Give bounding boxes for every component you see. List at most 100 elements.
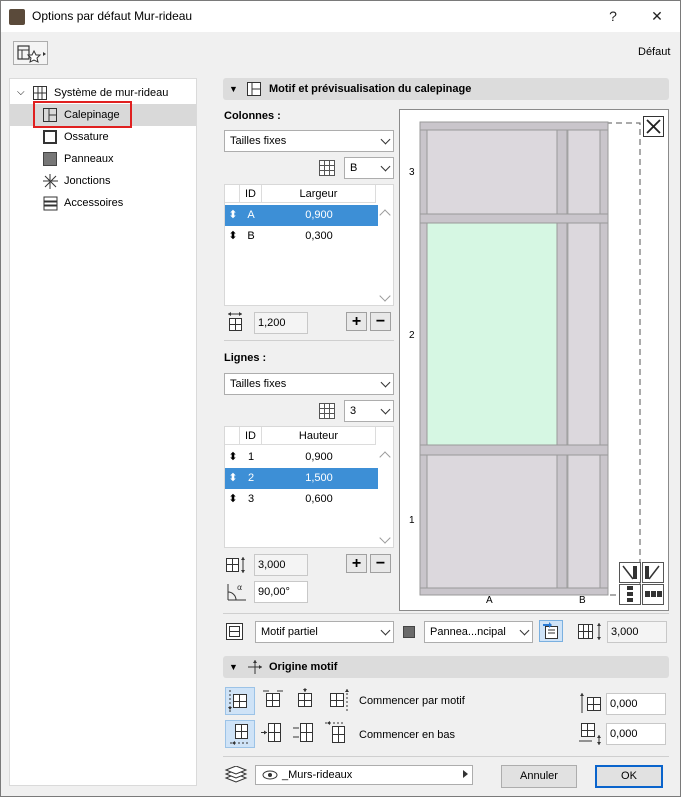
table-row[interactable]: ⬍ B 0,300 (225, 226, 378, 247)
drag-handle-icon[interactable]: ⬍ (228, 468, 238, 489)
ok-button[interactable]: OK (595, 765, 663, 788)
view-vertical-icon (619, 584, 641, 605)
chevron-down-icon[interactable]: ⌵ (17, 82, 25, 104)
origin-center-start-button[interactable] (259, 687, 289, 715)
rows-total-field: 3,000 (254, 554, 308, 576)
remove-row-button[interactable]: − (370, 554, 391, 573)
frame-left (419, 121, 428, 595)
apply-panel-button[interactable] (539, 620, 563, 642)
start-bottom-field[interactable]: 0,000 (606, 723, 666, 745)
column-width-icon (227, 312, 245, 335)
tree-item-calepinage[interactable]: Calepinage (10, 101, 196, 128)
row-id: 3 (247, 493, 255, 505)
drag-handle-icon[interactable]: ⬍ (228, 447, 238, 468)
view-horizontal-icon (642, 584, 664, 605)
frame-bottom (419, 587, 609, 596)
columns-table: ID Largeur ⬍ A 0,900 ⬍ B 0,300 (224, 184, 394, 306)
table-row[interactable]: ⬍ 2 1,500 (225, 468, 378, 489)
collapse-triangle-icon[interactable]: ▼ (229, 78, 238, 100)
scroll-up-icon[interactable] (379, 209, 391, 221)
chevron-down-icon (519, 625, 530, 636)
panel-select[interactable]: Pannea...ncipal (424, 621, 533, 643)
tree-item-accessoires[interactable]: Accessoires (10, 192, 196, 214)
origin-right-start-button[interactable] (323, 687, 353, 715)
column-grid-icon (319, 160, 335, 179)
table-row[interactable]: ⬍ 3 0,600 (225, 489, 378, 510)
origin-top-button[interactable] (323, 720, 353, 748)
pattern-icon (247, 82, 261, 96)
help-button[interactable]: ? (601, 6, 625, 26)
pattern-preview: 3 2 1 A B (399, 109, 669, 611)
origin-icon (248, 660, 262, 682)
favorites-button[interactable] (13, 41, 48, 65)
layer-select[interactable]: _Murs-rideaux (255, 765, 473, 785)
columns-mode-select[interactable]: Tailles fixes (224, 130, 394, 152)
pattern-mode-select[interactable]: Motif partiel (255, 621, 394, 643)
apply-panel-icon (543, 622, 558, 639)
origin-bottom-button[interactable] (225, 720, 255, 748)
origin-section-title: Origine motif (269, 661, 338, 673)
table-header-handle (225, 427, 240, 445)
start-pattern-field[interactable]: 0,000 (606, 693, 666, 715)
row-grid-icon (319, 403, 335, 422)
scroll-down-icon[interactable] (379, 290, 391, 302)
height-grid-icon (578, 622, 604, 645)
origin-section-header[interactable]: ▼ Origine motif (223, 656, 669, 678)
pattern-mode-value: Motif partiel (261, 626, 318, 638)
row-value[interactable]: 1,500 (262, 468, 376, 489)
origin-top-icon (325, 721, 345, 743)
add-row-button[interactable]: + (346, 554, 367, 573)
close-button[interactable]: ✕ (645, 6, 669, 26)
row-value[interactable]: 0,600 (262, 489, 376, 510)
angle-field[interactable]: 90,00° (254, 581, 308, 603)
panel-a2-selected (425, 222, 559, 446)
frame-h1 (419, 213, 609, 224)
drag-handle-icon[interactable]: ⬍ (228, 489, 238, 510)
row-id: 2 (247, 472, 255, 484)
panel-icon (403, 626, 415, 638)
drag-handle-icon[interactable]: ⬍ (228, 226, 238, 247)
scroll-down-icon[interactable] (379, 532, 391, 544)
settings-tree: ⌵ Système de mur-rideau Calepinage Ossat… (9, 78, 197, 786)
tree-item-jonctions[interactable]: Jonctions (10, 170, 196, 192)
tree-item-label: Jonctions (64, 175, 111, 187)
row-value[interactable]: 0,900 (262, 205, 376, 226)
layers-icon (224, 765, 248, 787)
table-row[interactable]: ⬍ A 0,900 (225, 205, 378, 226)
cancel-button[interactable]: Annuler (501, 765, 577, 788)
origin-middle-button[interactable] (259, 720, 289, 748)
row-value[interactable]: 0,300 (262, 226, 376, 247)
origin-bottom-icon (230, 724, 250, 745)
pattern-section-header[interactable]: ▼ Motif et prévisualisation du calepinag… (223, 78, 669, 100)
origin-center-start-icon (263, 690, 283, 707)
tree-item-label: Ossature (64, 131, 109, 143)
default-label: Défaut (638, 46, 671, 58)
origin-center-button[interactable] (291, 720, 321, 748)
rows-count-select[interactable]: 3 (344, 400, 394, 422)
origin-left-start-button[interactable] (225, 687, 255, 715)
columns-count-select[interactable]: B (344, 157, 394, 179)
row-id: A (247, 209, 255, 221)
start-pattern-label: Commencer par motif (359, 695, 465, 707)
collapse-triangle-icon[interactable]: ▼ (229, 656, 238, 678)
drag-handle-icon[interactable]: ⬍ (228, 205, 238, 226)
remove-column-button[interactable]: − (370, 312, 391, 331)
partial-pattern-icon (226, 623, 244, 644)
chevron-down-icon (380, 134, 391, 145)
table-row[interactable]: ⬍ 1 0,900 (225, 447, 378, 468)
panel-a3 (425, 129, 559, 216)
curtain-wall-icon (33, 86, 47, 100)
close-preview-icon[interactable] (643, 116, 664, 137)
rows-mode-select[interactable]: Tailles fixes (224, 373, 394, 395)
preview-col-label: A (486, 595, 493, 606)
row-value[interactable]: 0,900 (262, 447, 376, 468)
tree-item-ossature[interactable]: Ossature (10, 126, 196, 148)
panel-b1 (567, 454, 601, 591)
rows-table: ID Hauteur ⬍ 1 0,900 ⬍ 2 1,500 ⬍ 3 0,600 (224, 426, 394, 548)
chevron-right-icon (463, 770, 468, 778)
tree-item-panneaux[interactable]: Panneaux (10, 148, 196, 170)
scroll-up-icon[interactable] (379, 451, 391, 463)
origin-mid-start-button[interactable] (291, 687, 321, 715)
columns-label: Colonnes : (224, 110, 281, 122)
add-column-button[interactable]: + (346, 312, 367, 331)
